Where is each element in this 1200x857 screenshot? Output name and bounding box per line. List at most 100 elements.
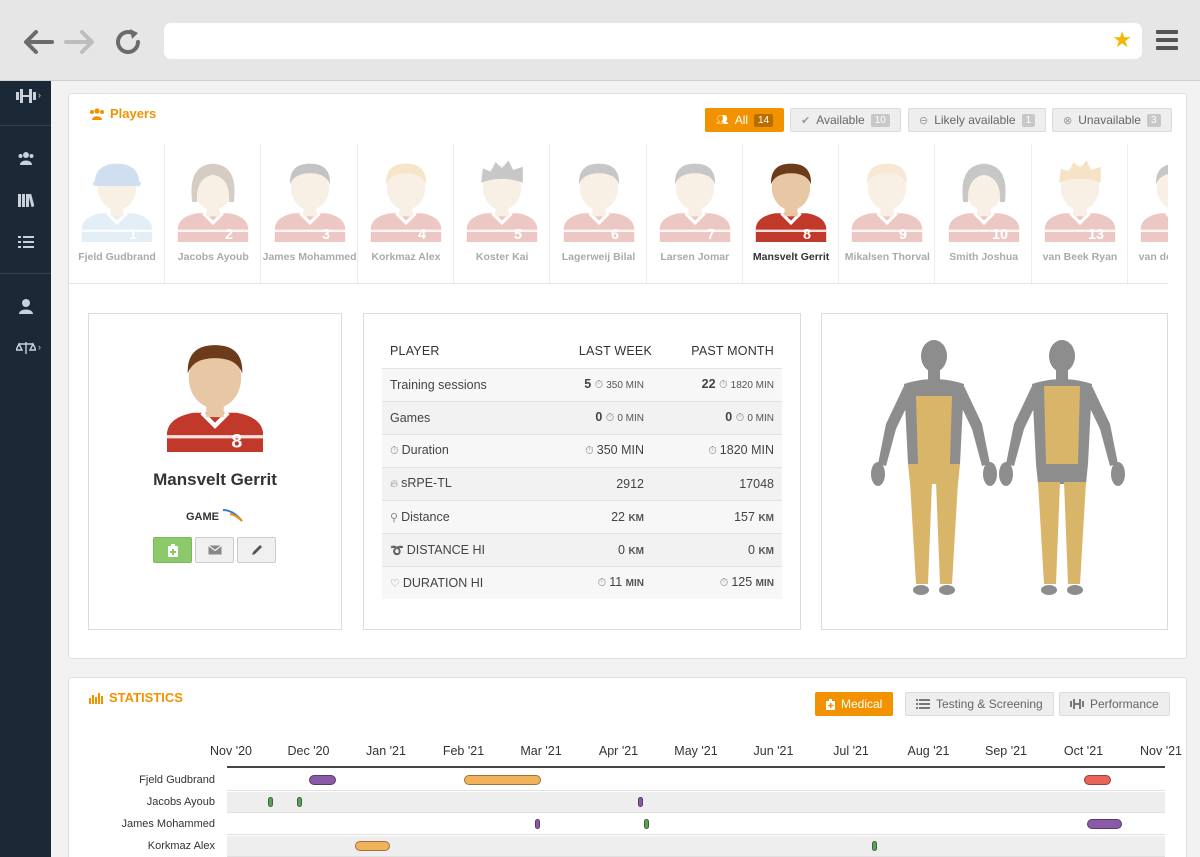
timeline-event-bar[interactable]	[463, 775, 541, 785]
stopwatch-icon: ⏱︎	[735, 412, 745, 424]
timeline-event-marker[interactable]	[297, 797, 303, 807]
timeline-event-bar[interactable]	[1083, 775, 1111, 785]
player-card[interactable]: 5 Koster Kai	[454, 144, 551, 283]
player-card[interactable]: 10 Smith Joshua	[936, 144, 1032, 283]
tab-performance[interactable]: Performance	[1059, 692, 1170, 716]
timeline-event-marker[interactable]	[638, 797, 644, 807]
address-bar[interactable]: ★	[164, 23, 1142, 59]
stat-value: 0 KM	[543, 532, 653, 566]
list-icon	[916, 699, 930, 709]
stat-value: 0 KM	[652, 532, 782, 566]
players-panel-title: Players	[89, 106, 156, 121]
player-card[interactable]: 2 Jacobs Ayoub	[165, 144, 262, 283]
stopwatch-icon: ⏱︎	[605, 412, 615, 424]
stat-value: 157 KM	[652, 499, 782, 533]
stat-value: 22 ⏱︎ 1820 MIN	[652, 367, 782, 401]
sidebar-item-legal[interactable]: ›	[0, 333, 51, 363]
body-front-figure	[871, 340, 997, 595]
tab-unavailable[interactable]: ⊗ Unavailable 3	[1052, 108, 1172, 132]
svg-text:13: 13	[1088, 227, 1104, 242]
timeline-month-label: Oct '21	[1063, 744, 1104, 758]
player-card[interactable]: 14 van der V Niels	[1128, 144, 1168, 283]
player-card[interactable]: 9 Mikalsen Thorval	[839, 144, 936, 283]
timeline-event-bar[interactable]	[308, 775, 336, 785]
check-circle-icon: ✔︎	[801, 114, 811, 127]
stat-label: 🔥︎ sRPE-TL	[382, 466, 544, 500]
player-card-name: James Mohammed	[262, 251, 357, 263]
player-card-name: Lagerweij Bilal	[561, 251, 636, 263]
users-icon	[18, 152, 33, 165]
tab-medical[interactable]: Medical	[815, 692, 894, 716]
heartbeat-icon: ♡	[390, 577, 400, 590]
timeline-axis	[227, 766, 1165, 768]
stopwatch-icon: ⏱︎	[719, 379, 728, 391]
timeline-event-marker[interactable]	[535, 819, 541, 829]
timeline-event-bar[interactable]	[355, 841, 390, 851]
player-name: Mansvelt Gerrit	[153, 470, 277, 489]
route-icon: ⚲	[390, 511, 399, 524]
sidebar-item-training[interactable]: ›	[0, 81, 51, 111]
forward-button[interactable]	[62, 24, 98, 60]
tab-available[interactable]: ✔︎ Available 10	[790, 108, 901, 132]
player-card[interactable]: 6 Lagerweij Bilal	[551, 144, 647, 283]
tab-testing-screening[interactable]: Testing & Screening	[905, 692, 1054, 716]
timeline-month-label: Nov '20	[210, 744, 252, 758]
muscle-region	[1111, 462, 1125, 486]
timeline-event-marker[interactable]	[643, 819, 649, 829]
sidebar-item-checklist[interactable]	[0, 227, 51, 257]
player-stats-table: PLAYER LAST WEEK PAST MONTH Training ses…	[382, 334, 782, 599]
stopwatch-icon: ⏱︎	[708, 445, 717, 457]
player-status: GAME	[89, 508, 341, 523]
timeline-event-marker[interactable]	[872, 841, 878, 851]
stopwatch-icon: ⏱︎	[585, 445, 594, 457]
sidebar-item-library[interactable]	[0, 185, 51, 215]
close-circle-icon: ⊗	[1063, 114, 1073, 127]
player-stats-card: PLAYER LAST WEEK PAST MONTH Training ses…	[363, 313, 801, 630]
message-button[interactable]	[195, 537, 234, 563]
reload-icon	[116, 29, 140, 54]
timeline-month-label: Aug '21	[907, 744, 950, 758]
medkit-icon	[826, 698, 835, 710]
muscle-body-map	[871, 340, 1125, 595]
muscle-region	[1088, 386, 1118, 466]
medical-button[interactable]	[153, 537, 192, 563]
player-card-name: van der V Niels	[1138, 251, 1168, 263]
player-card-name: Mansvelt Gerrit	[752, 251, 830, 263]
player-card[interactable]: 7 Larsen Jomar	[647, 144, 743, 283]
arrow-right-icon	[64, 30, 94, 54]
player-card[interactable]: 3 James Mohammed	[262, 144, 358, 283]
svg-text:10: 10	[992, 227, 1008, 242]
muscle-region	[1041, 585, 1057, 595]
tab-likely-available[interactable]: ⊖ Likely available 1	[908, 108, 1047, 132]
player-card-name: Koster Kai	[475, 251, 529, 263]
player-card[interactable]: 4 Korkmaz Alex	[358, 144, 454, 283]
player-card-name: Korkmaz Alex	[371, 251, 441, 263]
bookmark-star-icon[interactable]: ★	[1112, 29, 1132, 51]
back-button[interactable]	[20, 24, 56, 60]
browser-menu-button[interactable]	[1156, 30, 1180, 52]
stat-label: ⚲ Distance	[382, 499, 544, 533]
muscle-region	[1038, 482, 1060, 584]
muscle-region	[908, 464, 960, 484]
player-card[interactable]: 13 van Beek Ryan	[1032, 144, 1128, 283]
reload-button[interactable]	[110, 24, 146, 60]
edit-button[interactable]	[237, 537, 276, 563]
stat-value: 22 KM	[543, 499, 653, 533]
stat-value: ⏱︎ 125 MIN	[652, 565, 782, 599]
timeline-event-bar[interactable]	[1087, 819, 1123, 829]
muscle-region	[1006, 386, 1036, 466]
stat-value: 2912	[543, 466, 653, 500]
player-avatar: 3	[270, 154, 350, 243]
chevron-right-icon: ›	[38, 90, 41, 100]
muscle-region	[999, 462, 1013, 486]
player-card-name: Smith Joshua	[949, 251, 1019, 263]
player-avatar: 6	[559, 154, 639, 243]
sidebar-item-players[interactable]	[0, 143, 51, 173]
player-card[interactable]: 1 Fjeld Gudbrand	[69, 144, 165, 283]
svg-text:9: 9	[899, 227, 907, 242]
timeline-event-marker[interactable]	[267, 797, 273, 807]
envelope-icon	[207, 545, 222, 555]
tab-all[interactable]: 👥︎ All 14	[705, 108, 785, 132]
player-card[interactable]: 8 Mansvelt Gerrit	[743, 144, 840, 283]
sidebar-item-staff[interactable]	[0, 291, 51, 321]
